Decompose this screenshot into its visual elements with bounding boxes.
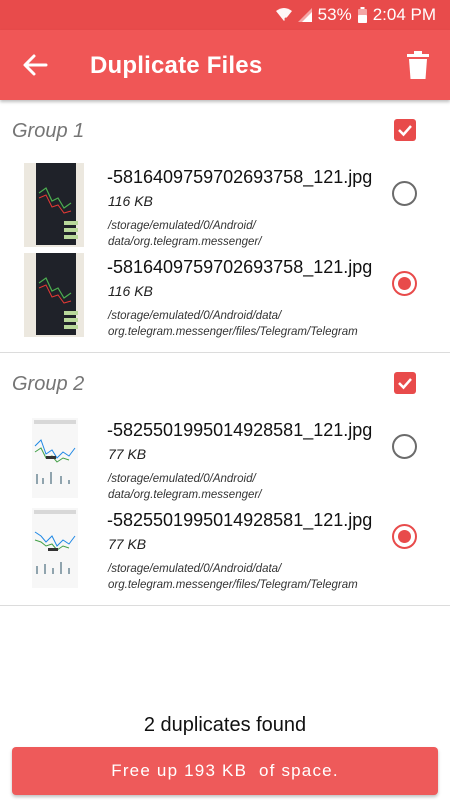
file-size: 77 KB <box>108 536 147 552</box>
file-path: /storage/emulated/0/Android/data/ org.te… <box>108 308 398 340</box>
file-name: -5825501995014928581_121.jpg <box>107 510 373 530</box>
group-checkbox[interactable] <box>394 372 416 394</box>
app-bar: Duplicate Files <box>0 30 450 100</box>
file-path-line: /storage/emulated/0/Android/ <box>108 220 256 232</box>
file-path-line: org.telegram.messenger/files/Telegram/Te… <box>108 326 358 338</box>
file-path: /storage/emulated/0/Android/ data/org.te… <box>108 218 398 250</box>
file-path-line: org.telegram.messenger/files/Telegram/Te… <box>108 579 358 591</box>
light-trading-chart-thumbnail <box>24 506 84 590</box>
file-size: 116 KB <box>108 193 153 209</box>
trash-icon[interactable] <box>406 51 430 79</box>
clock: 2:04 PM <box>372 5 436 24</box>
file-path-line: /storage/emulated/0/Android/data/ <box>108 563 282 575</box>
group-title: Group 1 <box>12 120 85 142</box>
duplicates-summary: 2 duplicates found <box>143 714 307 736</box>
arrow-left-icon[interactable] <box>20 50 50 80</box>
select-radio[interactable] <box>392 271 417 296</box>
light-trading-chart-thumbnail <box>24 416 84 500</box>
select-radio[interactable] <box>392 434 417 459</box>
file-path: /storage/emulated/0/Android/ data/org.te… <box>108 471 398 503</box>
dark-trading-chart-thumbnail <box>24 253 84 337</box>
select-radio[interactable] <box>392 524 417 549</box>
status-bar: 53% 2:04 PM <box>0 0 450 30</box>
battery-icon <box>357 7 367 23</box>
file-row[interactable]: -5825501995014928581_121.jpg 77 KB /stor… <box>0 416 450 506</box>
duplicate-group: Group 2 -5825501995014928581_121.jpg 77 … <box>0 353 450 606</box>
group-checkbox[interactable] <box>394 119 416 141</box>
checkmark-icon <box>398 378 412 390</box>
checkmark-icon <box>398 125 412 137</box>
file-path-line: /storage/emulated/0/Android/ <box>108 473 256 485</box>
select-radio[interactable] <box>392 181 417 206</box>
battery-percent: 53% <box>317 5 352 24</box>
file-path: /storage/emulated/0/Android/data/ org.te… <box>108 561 398 593</box>
wifi-icon <box>275 8 292 21</box>
file-name: -5825501995014928581_121.jpg <box>107 420 373 440</box>
group-title: Group 2 <box>12 373 85 395</box>
dark-trading-chart-thumbnail <box>24 163 84 247</box>
file-row[interactable]: -5816409759702693758_121.jpg 116 KB /sto… <box>0 163 450 253</box>
file-row[interactable]: -5816409759702693758_121.jpg 116 KB /sto… <box>0 253 450 343</box>
file-name: -5816409759702693758_121.jpg <box>107 257 373 277</box>
file-size: 116 KB <box>108 283 153 299</box>
file-path-line: /storage/emulated/0/Android/data/ <box>108 310 282 322</box>
file-path-line: data/org.telegram.messenger/ <box>108 489 262 501</box>
free-up-button[interactable]: Free up 193 KB of space. <box>12 747 438 795</box>
file-path-line: data/org.telegram.messenger/ <box>108 236 262 248</box>
signal-icon <box>297 8 312 22</box>
file-name: -5816409759702693758_121.jpg <box>107 167 373 187</box>
duplicate-group: Group 1 -5816409759702693758_121.jpg 116… <box>0 100 450 353</box>
file-size: 77 KB <box>108 446 147 462</box>
page-title: Duplicate Files <box>90 52 263 79</box>
file-row[interactable]: -5825501995014928581_121.jpg 77 KB /stor… <box>0 506 450 596</box>
